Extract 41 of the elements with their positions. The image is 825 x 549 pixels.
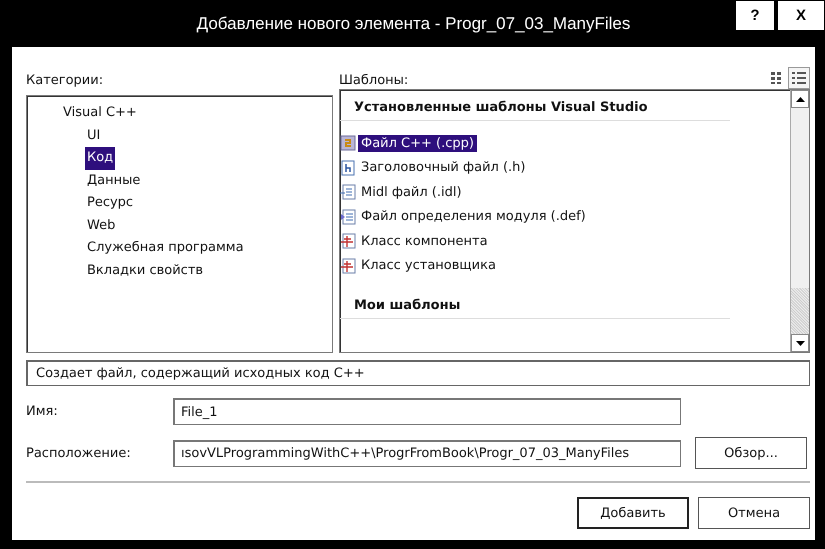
class-icon [340, 258, 356, 274]
close-button[interactable]: X [777, 0, 825, 31]
header-file-icon [340, 160, 356, 176]
def-file-icon [340, 208, 356, 225]
template-item[interactable]: Класс компонента [358, 232, 491, 250]
tree-item[interactable]: Данные [85, 170, 142, 192]
scrollbar-thumb[interactable] [791, 288, 809, 334]
tree-item[interactable]: Служебная программа [85, 237, 246, 260]
cancel-button[interactable]: Отмена [698, 497, 810, 529]
scroll-up-icon[interactable] [791, 90, 809, 108]
description-field: Создает файл, содержащий исходных код C++ [26, 360, 810, 386]
browse-button[interactable]: Обзор... [695, 437, 807, 469]
tree-item[interactable]: Код [85, 147, 116, 170]
template-item[interactable]: Файл определения модуля (.def) [358, 208, 589, 226]
tree-item[interactable]: UI [85, 124, 102, 147]
templates-label: Шаблоны: [339, 73, 408, 90]
tree-item[interactable]: Visual C++ [61, 102, 139, 124]
help-button[interactable]: ? [735, 0, 775, 31]
list-view-icon[interactable] [788, 67, 810, 89]
cpp-file-icon [340, 135, 356, 152]
window-title: Добавление нового элемента - Progr_07_03_ManyFiles [196, 14, 630, 34]
location-field[interactable]: ısovVLProgrammingWithC++\ProgrFromBook\Progr_07_03_ManyFiles [173, 440, 681, 466]
template-item[interactable]: Midl файл (.idl) [358, 184, 465, 201]
medium-icons-view-icon[interactable] [770, 71, 782, 85]
template-item[interactable]: Заголовочный файл (.h) [358, 159, 528, 176]
template-item[interactable]: Файл C++ (.cpp) [358, 134, 477, 152]
tree-item[interactable]: Ресурс [85, 192, 136, 214]
group-heading: Мои шаблоны [340, 294, 730, 319]
group-heading: Установленные шаблоны Visual Studio [340, 96, 730, 121]
name-field[interactable]: File_1 [173, 398, 681, 425]
tree-item[interactable]: Web [85, 214, 118, 237]
categories-label: Категории: [26, 73, 104, 90]
add-button[interactable]: Добавить [577, 497, 689, 529]
template-item[interactable]: Класс установщика [358, 257, 499, 274]
scroll-down-icon[interactable] [791, 334, 809, 352]
class-icon [340, 233, 356, 250]
name-label: Имя: [26, 404, 59, 419]
location-label: Расположение: [26, 446, 132, 460]
vertical-scrollbar[interactable] [790, 90, 809, 352]
tree-item[interactable]: Вкладки свойств [85, 260, 206, 282]
idl-file-icon [340, 184, 356, 200]
